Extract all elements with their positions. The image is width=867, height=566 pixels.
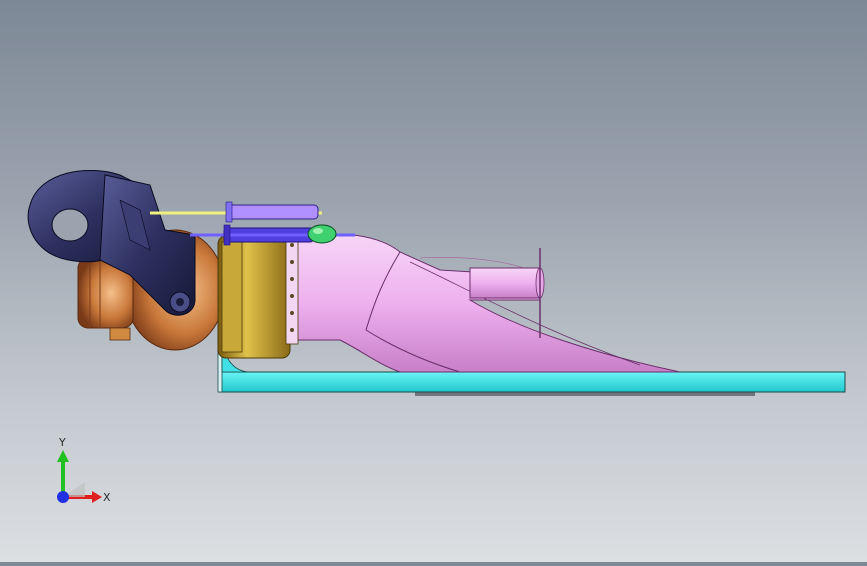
flange-ring[interactable] [217, 231, 299, 359]
duct-tube[interactable] [295, 233, 681, 373]
cad-graphics-area[interactable]: Y X [0, 0, 867, 562]
sensor-bulb[interactable] [307, 224, 337, 244]
z-axis-dot [57, 491, 69, 503]
model-view[interactable] [0, 0, 867, 562]
x-axis-label: X [103, 491, 111, 504]
coordinate-triad: Y X [40, 430, 130, 520]
y-axis-label: Y [58, 436, 66, 449]
